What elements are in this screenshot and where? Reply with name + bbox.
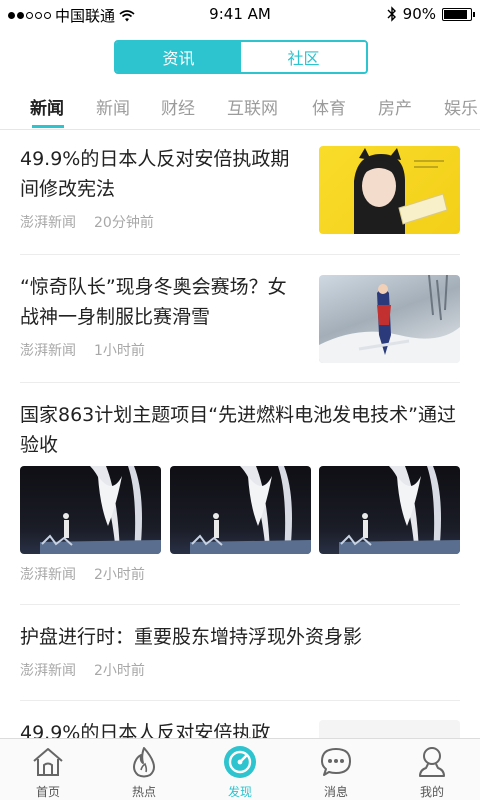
- bluetooth-icon: [387, 6, 396, 22]
- article-source: 澎湃新闻: [20, 663, 76, 679]
- segment-community[interactable]: 社区: [241, 42, 366, 72]
- divider: [20, 382, 460, 383]
- article-image: [170, 466, 311, 554]
- category-tabs: 新闻 新闻 财经 互联网 体育 房产 娱乐: [0, 84, 480, 130]
- tab-label: 消息: [323, 785, 348, 799]
- segmented-control: 资讯 社区: [114, 40, 368, 74]
- article-title: 护盘进行时：重要股东增持浮现外资身影: [20, 626, 363, 648]
- tab-bar: 首页 热点 发现 消息 我的: [0, 738, 480, 800]
- article-thumbnail: [319, 146, 460, 234]
- tab-label: 发现: [227, 785, 252, 799]
- news-feed[interactable]: 49.9%的日本人反对安倍执政期间修改宪法 澎湃新闻 20分钟前 “惊奇队长”现…: [0, 130, 480, 738]
- category-tab[interactable]: 体育: [312, 94, 346, 119]
- category-tab[interactable]: 财经: [161, 94, 195, 119]
- category-tab[interactable]: 娱乐: [444, 94, 478, 119]
- divider: [20, 254, 460, 255]
- battery-icon: [442, 7, 475, 21]
- category-tab[interactable]: 新闻: [96, 94, 130, 119]
- article-item[interactable]: 49.9%的日本人反对安倍执政: [20, 718, 460, 738]
- profile-icon: [415, 745, 449, 779]
- divider: [20, 700, 460, 701]
- tab-discover[interactable]: 发现: [192, 739, 288, 800]
- article-title: “惊奇队长”现身冬奥会赛场？女战神一身制服比赛滑雪: [20, 276, 287, 328]
- article-item[interactable]: 护盘进行时：重要股东增持浮现外资身影 澎湃新闻 2小时前: [20, 622, 460, 686]
- tab-profile[interactable]: 我的: [384, 739, 480, 800]
- article-item[interactable]: 49.9%的日本人反对安倍执政期间修改宪法 澎湃新闻 20分钟前: [20, 144, 460, 250]
- article-thumbnail: [319, 275, 460, 363]
- article-meta: 澎湃新闻 2小时前: [20, 564, 145, 584]
- article-meta: 澎湃新闻 2小时前: [20, 660, 460, 680]
- tab-hot[interactable]: 热点: [96, 739, 192, 800]
- article-item[interactable]: “惊奇队长”现身冬奥会赛场？女战神一身制服比赛滑雪 澎湃新闻 1小时前: [20, 272, 460, 378]
- article-title: 49.9%的日本人反对安倍执政期间修改宪法: [20, 148, 290, 200]
- article-image: [319, 466, 460, 554]
- status-bar: 中国联通 9:41 AM 90%: [0, 0, 480, 30]
- article-time: 20分钟前: [94, 215, 154, 231]
- article-title: 49.9%的日本人反对安倍执政: [20, 722, 271, 738]
- category-tab[interactable]: 房产: [378, 94, 412, 119]
- message-icon: [319, 745, 353, 779]
- battery-percent: 90%: [402, 5, 436, 23]
- tab-label: 热点: [131, 785, 156, 799]
- flame-icon: [127, 745, 161, 779]
- tab-messages[interactable]: 消息: [288, 739, 384, 800]
- article-title: 国家863计划主题项目“先进燃料电池发电技术”通过验收: [20, 404, 456, 456]
- article-time: 1小时前: [94, 343, 145, 359]
- discover-icon: [223, 745, 257, 779]
- segment-news[interactable]: 资讯: [116, 42, 241, 72]
- article-item[interactable]: 国家863计划主题项目“先进燃料电池发电技术”通过验收 澎湃新闻 2小时前: [20, 400, 460, 588]
- tab-home[interactable]: 首页: [0, 739, 96, 800]
- category-tab[interactable]: 互联网: [227, 94, 278, 119]
- article-time: 2小时前: [94, 567, 145, 583]
- article-source: 澎湃新闻: [20, 343, 76, 359]
- tab-label: 我的: [419, 785, 444, 799]
- tab-label: 首页: [35, 785, 60, 799]
- status-right: 90%: [387, 5, 475, 23]
- divider: [20, 604, 460, 605]
- article-time: 2小时前: [94, 663, 145, 679]
- active-tab-indicator: [32, 125, 64, 128]
- article-thumbnail: [319, 720, 460, 738]
- home-icon: [31, 745, 65, 779]
- article-source: 澎湃新闻: [20, 567, 76, 583]
- article-image: [20, 466, 161, 554]
- category-tab[interactable]: 新闻: [30, 94, 64, 119]
- article-source: 澎湃新闻: [20, 215, 76, 231]
